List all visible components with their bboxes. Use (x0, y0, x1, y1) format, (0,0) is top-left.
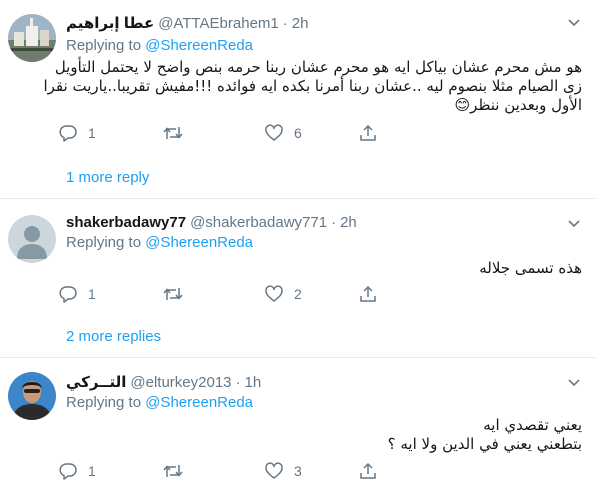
like-button[interactable]: 2 (264, 282, 302, 306)
tweet-text-line: الأول وبعدين ننظر😊 (454, 96, 582, 114)
chevron-down-icon[interactable] (566, 374, 582, 390)
replying-to: Replying to @ShereenReda (66, 37, 253, 54)
tweet-header: shakerbadawy77 @shakerbadawy771 · 2h (66, 212, 357, 232)
display-name[interactable]: التــركي (66, 373, 126, 391)
reply-button[interactable]: 1 (58, 459, 96, 483)
share-button[interactable] (358, 282, 378, 306)
replying-to-label: Replying to (66, 37, 146, 54)
retweet-icon (163, 127, 183, 139)
reply-button[interactable]: 1 (58, 282, 96, 306)
replying-to-label: Replying to (66, 394, 146, 411)
tweet-text: يعني تقصدي ايه بتطعني يعني في الدين ولا … (388, 416, 582, 454)
retweet-icon (163, 465, 183, 477)
tweet-text-line: هو مش محرم عشان بياكل ايه هو محرم عشان ر… (54, 58, 582, 76)
timestamp[interactable]: 1h (245, 374, 262, 391)
timestamp[interactable]: 2h (292, 15, 309, 32)
tweet-attaebrahem1[interactable]: عطا إبراهيم @ATTAEbrahem1 · 2h Replying … (0, 0, 596, 196)
user-handle[interactable]: @ATTAEbrahem1 (158, 15, 279, 32)
reply-icon (59, 463, 77, 480)
display-name[interactable]: عطا إبراهيم (66, 14, 154, 32)
tweet-text: هو مش محرم عشان بياكل ايه هو محرم عشان ر… (43, 58, 582, 115)
replying-to-label: Replying to (66, 234, 146, 251)
separator-dot: · (282, 14, 288, 32)
heart-icon (265, 285, 283, 302)
share-button[interactable] (358, 121, 378, 145)
user-handle[interactable]: @shakerbadawy771 (190, 214, 327, 231)
show-more-replies-link[interactable]: 2 more replies (66, 328, 161, 345)
tweet-text-line: يعني تقصدي ايه (483, 416, 582, 434)
avatar[interactable] (8, 215, 56, 263)
avatar[interactable] (8, 14, 56, 62)
reply-icon (59, 286, 77, 303)
replying-to: Replying to @ShereenReda (66, 234, 253, 251)
user-handle[interactable]: @elturkey2013 (130, 374, 231, 391)
reply-count: 1 (88, 463, 96, 479)
retweet-button[interactable] (162, 459, 194, 483)
tweet-elturkey2013[interactable]: التــركي @elturkey2013 · 1h Replying to … (0, 358, 596, 501)
reply-icon (59, 125, 77, 142)
like-button[interactable]: 6 (264, 121, 302, 145)
share-icon (360, 285, 376, 302)
tweet-header: التــركي @elturkey2013 · 1h (66, 372, 261, 392)
chevron-down-icon[interactable] (566, 14, 582, 30)
show-more-replies-link[interactable]: 1 more reply (66, 169, 149, 186)
chevron-down-icon[interactable] (566, 215, 582, 231)
mention-link[interactable]: @ShereenReda (145, 37, 253, 54)
separator-dot: · (235, 373, 241, 391)
reply-count: 1 (88, 125, 96, 141)
tweet-text-line: هذه تسمى جلاله (479, 259, 582, 277)
tweet-text-line: بتطعني يعني في الدين ولا ايه ؟ (387, 435, 582, 453)
retweet-icon (163, 288, 183, 300)
tweet-header: عطا إبراهيم @ATTAEbrahem1 · 2h (66, 13, 308, 33)
mention-link[interactable]: @ShereenReda (145, 234, 253, 251)
retweet-button[interactable] (162, 282, 194, 306)
timestamp[interactable]: 2h (340, 214, 357, 231)
like-count: 3 (294, 463, 302, 479)
replying-to: Replying to @ShereenReda (66, 394, 253, 411)
avatar[interactable] (8, 372, 56, 420)
reply-button[interactable]: 1 (58, 121, 96, 145)
like-button[interactable]: 3 (264, 459, 302, 483)
share-button[interactable] (358, 459, 378, 483)
tweet-shakerbadawy771[interactable]: shakerbadawy77 @shakerbadawy771 · 2h Rep… (0, 199, 596, 354)
share-icon (360, 462, 376, 479)
tweet-text-line: زى الصيام مثلا بنصوم ليه ..عشان ربنا أمر… (43, 77, 582, 95)
share-icon (360, 124, 376, 141)
retweet-button[interactable] (162, 121, 194, 145)
separator-dot: · (331, 213, 337, 231)
display-name[interactable]: shakerbadawy77 (66, 214, 186, 231)
heart-icon (265, 124, 283, 141)
reply-count: 1 (88, 286, 96, 302)
heart-icon (265, 462, 283, 479)
mention-link[interactable]: @ShereenReda (145, 394, 253, 411)
tweet-text: هذه تسمى جلاله (479, 259, 582, 278)
like-count: 6 (294, 125, 302, 141)
like-count: 2 (294, 286, 302, 302)
